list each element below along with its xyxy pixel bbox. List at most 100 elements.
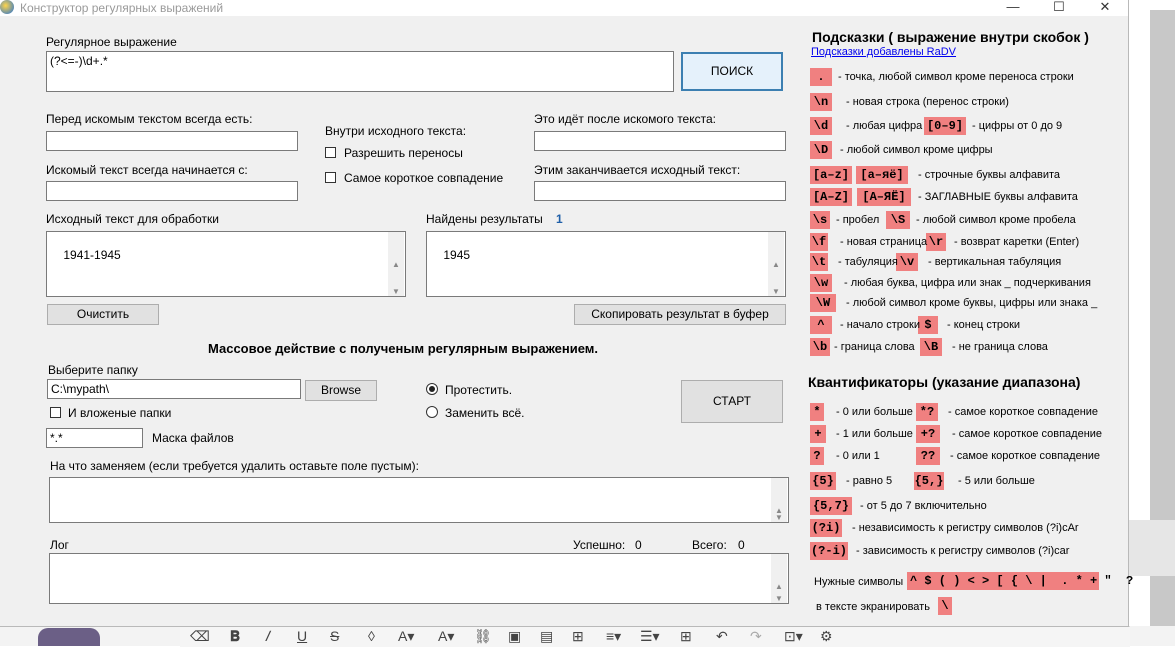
hint-description: - точка, любой символ кроме переноса стр… <box>838 71 1074 83</box>
results-textarea[interactable]: 1945 ▲ ▼ <box>426 231 786 297</box>
color-icon[interactable]: ◊ <box>368 626 375 646</box>
source-scrollbar[interactable]: ▲ ▼ <box>388 232 404 296</box>
quantifier-tag: +? <box>916 425 940 443</box>
scroll-down-icon[interactable]: ▼ <box>388 287 404 296</box>
strikethrough-icon[interactable]: S <box>330 626 339 646</box>
close-button[interactable]: ✕ <box>1082 0 1128 16</box>
hint-tag: \s <box>810 211 830 229</box>
starts-input[interactable] <box>46 181 298 201</box>
quantifier-tag: (?-i) <box>810 542 848 560</box>
results-count: 1 <box>556 212 563 226</box>
font-icon[interactable]: A▾ <box>438 626 454 646</box>
quantifier-tag: {5,7} <box>810 497 852 515</box>
font-size-icon[interactable]: A▾ <box>398 626 414 646</box>
hint-tag: \W <box>810 294 836 312</box>
results-scrollbar[interactable]: ▲ ▼ <box>768 232 784 296</box>
underline-icon[interactable]: U <box>297 626 307 646</box>
total-label: Всего: <box>692 538 727 552</box>
replace-radio[interactable] <box>426 406 438 418</box>
quantifier-tag: {5} <box>810 472 836 490</box>
table-icon[interactable]: ⊞ <box>572 626 584 646</box>
quantifier-description: - самое короткое совпадение <box>952 428 1103 440</box>
hint-tag: \f <box>810 233 828 251</box>
quantifier-tag: *? <box>916 403 938 421</box>
hint-tag: \b <box>810 338 830 356</box>
hint-tag: [А–ЯЁ] <box>857 188 911 206</box>
hint-tag: [A–Z] <box>810 188 852 206</box>
log-scrollbar[interactable]: ▲ ▼ <box>771 554 787 603</box>
italic-icon[interactable]: 𝐼 <box>265 626 269 646</box>
redo-icon[interactable]: ↷ <box>750 626 762 646</box>
eraser-icon[interactable]: ⌫ <box>190 626 210 646</box>
source-text: 1941-1945 <box>63 248 121 262</box>
align-icon[interactable]: ≡▾ <box>606 626 621 646</box>
allow-breaks-checkbox[interactable] <box>325 147 336 158</box>
total-count: 0 <box>738 538 745 552</box>
link-icon[interactable]: ⛓ <box>474 626 492 646</box>
hint-description: - новая строка (перенос строки) <box>846 96 1009 108</box>
bold-icon[interactable]: 𝐁 <box>230 626 240 646</box>
start-button[interactable]: СТАРТ <box>681 380 783 423</box>
before-label: Перед искомым текстом всегда есть: <box>46 112 253 126</box>
mass-action-title: Массовое действие с полученым регулярным… <box>208 341 598 356</box>
inside-label: Внутри исходного текста: <box>325 124 467 138</box>
subfolders-label: И вложеные папки <box>68 406 172 420</box>
copy-result-button[interactable]: Скопировать результат в буфер <box>574 304 786 325</box>
test-radio[interactable] <box>426 383 438 395</box>
test-radio-label: Протестить. <box>445 383 513 397</box>
source-textarea[interactable]: 1941-1945 ▲ ▼ <box>46 231 406 297</box>
hint-description: - ЗАГЛАВНЫЕ буквы алфавита <box>918 191 1078 203</box>
hint-description: - строчные буквы алфавита <box>918 169 1061 181</box>
hint-tag: \w <box>810 274 832 292</box>
hint-description: - не граница слова <box>952 341 1048 353</box>
replace-with-textarea[interactable]: ▲ ▼ <box>49 477 789 523</box>
scroll-up-icon[interactable]: ▲ <box>388 260 404 269</box>
browse-button[interactable]: Browse <box>305 380 377 401</box>
subfolders-checkbox[interactable] <box>50 407 61 418</box>
hint-description: - пробел <box>836 214 880 226</box>
ends-label: Этим заканчивается исходный текст: <box>534 163 741 177</box>
media-icon[interactable]: ▤ <box>540 626 553 646</box>
shortest-match-checkbox[interactable] <box>325 172 336 183</box>
hint-tag: . <box>810 68 832 86</box>
scroll-down-icon[interactable]: ▼ <box>771 594 787 603</box>
undo-icon[interactable]: ↶ <box>716 626 728 646</box>
hint-tag: \t <box>810 253 828 271</box>
ends-input[interactable] <box>534 181 786 201</box>
settings-icon[interactable]: ⚙ <box>820 626 833 646</box>
grid-icon[interactable]: ⊞ <box>680 626 692 646</box>
replace-with-label: На что заменяем (если требуется удалить … <box>50 459 419 473</box>
regex-input[interactable]: (?<=-)\d+.* <box>46 51 674 92</box>
log-textarea[interactable]: ▲ ▼ <box>49 553 789 604</box>
quantifier-description: - 0 или больше <box>836 406 913 418</box>
quantifier-tag: ?? <box>916 447 940 465</box>
quantifier-tag: + <box>810 425 826 443</box>
after-input[interactable] <box>534 131 786 151</box>
maximize-button[interactable]: ☐ <box>1036 0 1082 16</box>
quantifier-description: - зависимость к регистру символов (?i)ca… <box>856 545 1070 557</box>
hint-tag: [a–z] <box>810 166 852 184</box>
search-button[interactable]: ПОИСК <box>681 52 783 91</box>
minimize-button[interactable]: — <box>990 0 1036 16</box>
hint-description: - любой символ кроме пробела <box>916 214 1076 226</box>
clear-button[interactable]: Очистить <box>47 304 159 325</box>
file-mask-input[interactable]: *.* <box>46 428 143 448</box>
replace-scrollbar[interactable]: ▲ ▼ <box>771 478 787 522</box>
hint-tag: \D <box>810 141 832 159</box>
source-label: Исходный текст для обработки <box>46 212 219 226</box>
list-icon[interactable]: ☰▾ <box>640 626 660 646</box>
folder-input[interactable]: C:\mypath\ <box>47 379 301 399</box>
before-input[interactable] <box>46 131 298 151</box>
success-count: 0 <box>635 538 642 552</box>
scroll-up-icon[interactable]: ▲ <box>768 260 784 269</box>
folder-label: Выберите папку <box>48 363 138 377</box>
scroll-down-icon[interactable]: ▼ <box>768 287 784 296</box>
hints-credit-link[interactable]: Подсказки добавлены RaDV <box>811 46 956 58</box>
hint-description: - цифры от 0 до 9 <box>972 120 1063 132</box>
background-panel <box>1128 520 1175 576</box>
insert-icon[interactable]: ⊡▾ <box>784 626 803 646</box>
main-window: Конструктор регулярных выражений — ☐ ✕ Р… <box>0 0 1133 627</box>
image-icon[interactable]: ▣ <box>508 626 521 646</box>
scroll-up-icon[interactable]: ▲ <box>771 582 787 591</box>
scroll-down-icon[interactable]: ▼ <box>771 513 787 522</box>
